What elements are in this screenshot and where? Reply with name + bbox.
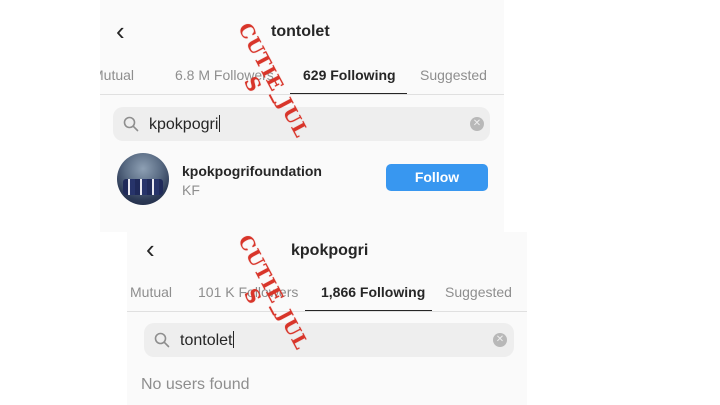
search-query: kpokpogri [149, 115, 221, 133]
follow-button[interactable]: Follow [386, 164, 488, 191]
search-icon [123, 116, 139, 132]
tab-following[interactable]: 629 Following [303, 67, 396, 83]
search-input[interactable]: tontolet ✕ [144, 323, 514, 357]
no-results-message: No users found [141, 376, 250, 393]
follow-tabs: Mutual 101 K Followers 1,866 Following S… [127, 284, 527, 304]
tab-following[interactable]: 1,866 Following [321, 284, 425, 300]
tab-suggested[interactable]: Suggested [420, 67, 487, 83]
avatar-photo [123, 179, 163, 195]
search-query: tontolet [180, 331, 235, 349]
text-cursor [219, 115, 221, 132]
avatar[interactable] [117, 153, 169, 205]
tab-suggested[interactable]: Suggested [445, 284, 512, 300]
follow-tabs: Mutual 6.8 M Followers 629 Following Sug… [100, 67, 504, 87]
tabs-divider [100, 94, 504, 95]
result-username[interactable]: kpokpogrifoundation [182, 163, 322, 179]
tab-mutual[interactable]: Mutual [130, 284, 172, 300]
tabs-divider [127, 311, 527, 312]
clear-search-icon[interactable]: ✕ [470, 117, 484, 131]
profile-title: tontolet [271, 23, 330, 40]
text-cursor [233, 331, 235, 348]
result-full-name: KF [182, 182, 200, 198]
tab-mutual[interactable]: Mutual [100, 67, 134, 83]
profile-following-panel-kpokpogri: ‹ kpokpogri Mutual 101 K Followers 1,866… [127, 232, 527, 405]
search-icon [154, 332, 170, 348]
back-arrow-icon[interactable]: ‹ [116, 18, 125, 44]
back-arrow-icon[interactable]: ‹ [146, 236, 155, 262]
profile-title: kpokpogri [291, 242, 369, 259]
clear-search-icon[interactable]: ✕ [493, 333, 507, 347]
